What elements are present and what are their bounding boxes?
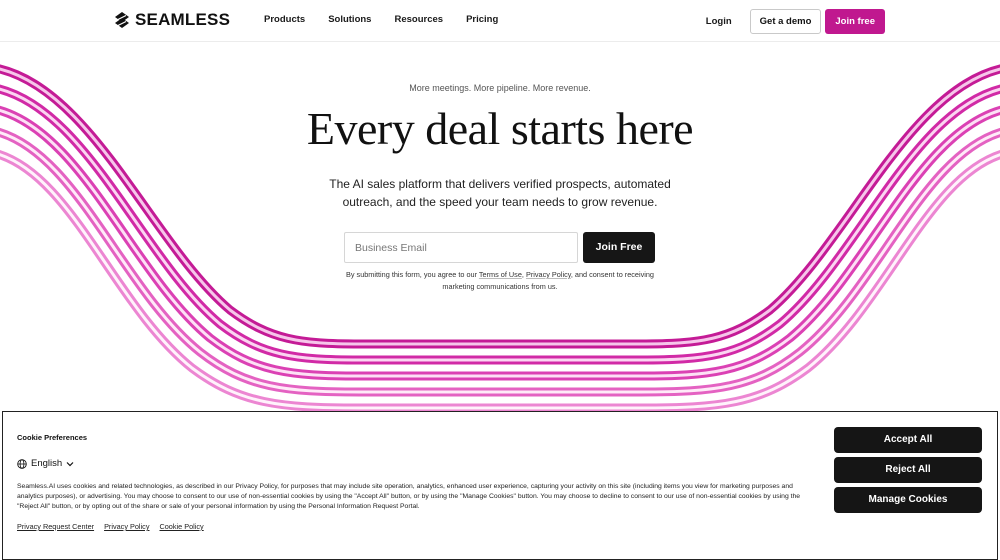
cookie-privacy-policy-link[interactable]: Privacy Policy [104, 522, 149, 531]
nav-resources[interactable]: Resources [394, 14, 443, 25]
accept-all-button[interactable]: Accept All [834, 427, 982, 453]
join-free-nav-button[interactable]: Join free [825, 9, 885, 34]
hero-headline: Every deal starts here [306, 103, 694, 154]
seamless-logo-icon [115, 12, 129, 28]
hero-tagline: More meetings. More pipeline. More reven… [409, 83, 591, 93]
nav-actions: Login Get a demo Join free [706, 9, 885, 34]
privacy-request-center-link[interactable]: Privacy Request Center [17, 522, 94, 531]
cookie-links: Privacy Request Center Privacy Policy Co… [17, 522, 204, 531]
seamless-logo[interactable]: SEAMLESS [113, 10, 230, 30]
language-label: English [31, 458, 63, 469]
privacy-policy-link[interactable]: Privacy Policy [526, 270, 571, 279]
nav-products[interactable]: Products [264, 14, 305, 25]
top-navigation: SEAMLESS Products Solutions Resources Pr… [0, 0, 1000, 42]
business-email-input[interactable] [344, 232, 578, 263]
manage-cookies-button[interactable]: Manage Cookies [834, 487, 982, 513]
cookie-banner: Cookie Preferences English Seamless.AI u… [2, 411, 998, 560]
login-link[interactable]: Login [706, 16, 732, 27]
globe-icon [17, 458, 27, 469]
language-selector[interactable]: English [17, 458, 74, 469]
brand-name: SEAMLESS [135, 10, 231, 29]
terms-of-use-link[interactable]: Terms of Use [479, 270, 522, 279]
cookie-title: Cookie Preferences [17, 433, 88, 442]
signup-legal-text: By submitting this form, you agree to ou… [345, 269, 655, 293]
legal-prefix: By submitting this form, you agree to ou… [346, 270, 479, 279]
nav-pricing[interactable]: Pricing [466, 14, 498, 25]
reject-all-button[interactable]: Reject All [834, 457, 982, 483]
join-free-hero-button[interactable]: Join Free [583, 232, 655, 263]
nav-links: Products Solutions Resources Pricing [264, 14, 521, 25]
get-demo-button[interactable]: Get a demo [749, 9, 822, 34]
hero-section: More meetings. More pipeline. More reven… [0, 42, 1000, 412]
signup-form: Join Free [344, 232, 655, 263]
nav-solutions[interactable]: Solutions [328, 14, 371, 25]
cookie-policy-link[interactable]: Cookie Policy [159, 522, 203, 531]
chevron-down-icon [66, 461, 74, 466]
hero-subtitle: The AI sales platform that delivers veri… [329, 177, 671, 209]
cookie-description: Seamless.AI uses cookies and related tec… [17, 483, 801, 510]
